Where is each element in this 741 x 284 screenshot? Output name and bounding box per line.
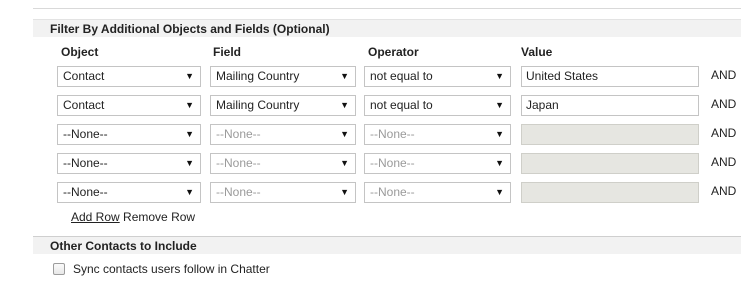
field-select[interactable]: Mailing Country ▼ — [210, 66, 356, 87]
dropdown-arrow-icon: ▼ — [340, 129, 349, 139]
field-select[interactable]: --None-- ▼ — [210, 124, 356, 145]
dropdown-arrow-icon: ▼ — [495, 187, 504, 197]
column-header-field: Field — [213, 45, 242, 59]
filter-section-header: Filter By Additional Objects and Fields … — [33, 19, 741, 37]
and-label: AND — [711, 68, 737, 82]
dropdown-arrow-icon: ▼ — [495, 100, 504, 110]
field-select[interactable]: --None-- ▼ — [210, 182, 356, 203]
object-select[interactable]: --None-- ▼ — [57, 182, 201, 203]
object-select[interactable]: --None-- ▼ — [57, 124, 201, 145]
row-actions: Add Row Remove Row — [71, 210, 195, 224]
dropdown-arrow-icon: ▼ — [495, 158, 504, 168]
dropdown-arrow-icon: ▼ — [185, 71, 194, 81]
dropdown-arrow-icon: ▼ — [495, 129, 504, 139]
dropdown-arrow-icon: ▼ — [340, 71, 349, 81]
sync-contacts-option[interactable]: Sync contacts users follow in Chatter — [53, 262, 270, 276]
dropdown-arrow-icon: ▼ — [185, 158, 194, 168]
value-input[interactable] — [521, 153, 699, 174]
dropdown-arrow-icon: ▼ — [185, 129, 194, 139]
dropdown-arrow-icon: ▼ — [340, 158, 349, 168]
dropdown-arrow-icon: ▼ — [185, 100, 194, 110]
value-input[interactable]: Japan — [521, 95, 699, 116]
object-select[interactable]: Contact ▼ — [57, 66, 201, 87]
dropdown-arrow-icon: ▼ — [340, 187, 349, 197]
filter-section-title: Filter By Additional Objects and Fields … — [50, 22, 330, 36]
object-select[interactable]: Contact ▼ — [57, 95, 201, 116]
value-input[interactable] — [521, 124, 699, 145]
and-label: AND — [711, 184, 737, 198]
other-contacts-section-title: Other Contacts to Include — [50, 239, 197, 253]
dropdown-arrow-icon: ▼ — [495, 71, 504, 81]
column-header-object: Object — [61, 45, 99, 59]
operator-select[interactable]: --None-- ▼ — [364, 124, 511, 145]
top-divider — [33, 8, 741, 9]
operator-select[interactable]: --None-- ▼ — [364, 153, 511, 174]
value-input[interactable]: United States — [521, 66, 699, 87]
and-label: AND — [711, 155, 737, 169]
dropdown-arrow-icon: ▼ — [340, 100, 349, 110]
and-label: AND — [711, 126, 737, 140]
dropdown-arrow-icon: ▼ — [185, 187, 194, 197]
operator-select[interactable]: not equal to ▼ — [364, 95, 511, 116]
field-select[interactable]: --None-- ▼ — [210, 153, 356, 174]
remove-row-link[interactable]: Remove Row — [123, 210, 195, 224]
operator-select[interactable]: not equal to ▼ — [364, 66, 511, 87]
sync-contacts-checkbox[interactable] — [53, 263, 65, 275]
and-label: AND — [711, 97, 737, 111]
column-header-value: Value — [521, 45, 553, 59]
operator-select[interactable]: --None-- ▼ — [364, 182, 511, 203]
value-input[interactable] — [521, 182, 699, 203]
add-row-link[interactable]: Add Row — [71, 210, 120, 224]
field-select[interactable]: Mailing Country ▼ — [210, 95, 356, 116]
column-header-operator: Operator — [368, 45, 419, 59]
sync-contacts-label: Sync contacts users follow in Chatter — [73, 262, 270, 276]
other-contacts-section-header: Other Contacts to Include — [33, 236, 741, 254]
object-select[interactable]: --None-- ▼ — [57, 153, 201, 174]
